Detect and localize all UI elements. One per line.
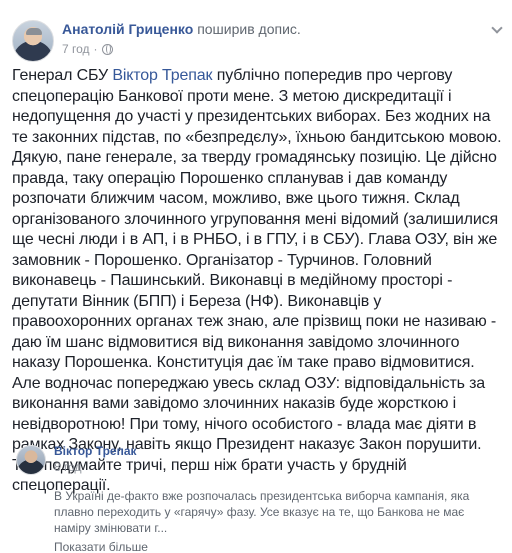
- feed-post: Анатолій Гриценко поширив допис. 7 год ·…: [0, 0, 512, 553]
- chevron-down-icon[interactable]: [492, 24, 502, 34]
- post-text-start: Генерал СБУ: [12, 67, 113, 84]
- header-line: Анатолій Гриценко поширив допис.: [62, 20, 301, 38]
- post-meta: 7 год ·: [62, 42, 113, 56]
- mention-link[interactable]: Віктор Трепак: [112, 67, 212, 84]
- shared-post-timestamp[interactable]: 8 год: [54, 460, 82, 474]
- post-timestamp[interactable]: 7 год: [62, 42, 90, 56]
- shared-post: Віктор Трепак 8 год В Україні де-факто в…: [12, 440, 502, 553]
- shared-author-avatar[interactable]: [16, 445, 46, 475]
- dot-separator: ·: [93, 42, 98, 56]
- post-text-rest: публічно попередив про чергову спецопера…: [12, 67, 502, 494]
- globe-icon[interactable]: [101, 43, 113, 55]
- author-avatar[interactable]: [12, 20, 54, 62]
- share-action-text: поширив допис.: [197, 21, 301, 37]
- author-name-link[interactable]: Анатолій Гриценко: [62, 21, 193, 37]
- shared-post-text: В Україні де-факто вже розпочалась прези…: [54, 489, 470, 535]
- see-more-link[interactable]: Показати більше: [54, 540, 148, 553]
- shared-author-name-link[interactable]: Віктор Трепак: [54, 444, 137, 458]
- post-header: Анатолій Гриценко поширив допис. 7 год ·: [12, 10, 502, 62]
- post-body: Генерал СБУ Віктор Трепак публічно попер…: [12, 66, 502, 497]
